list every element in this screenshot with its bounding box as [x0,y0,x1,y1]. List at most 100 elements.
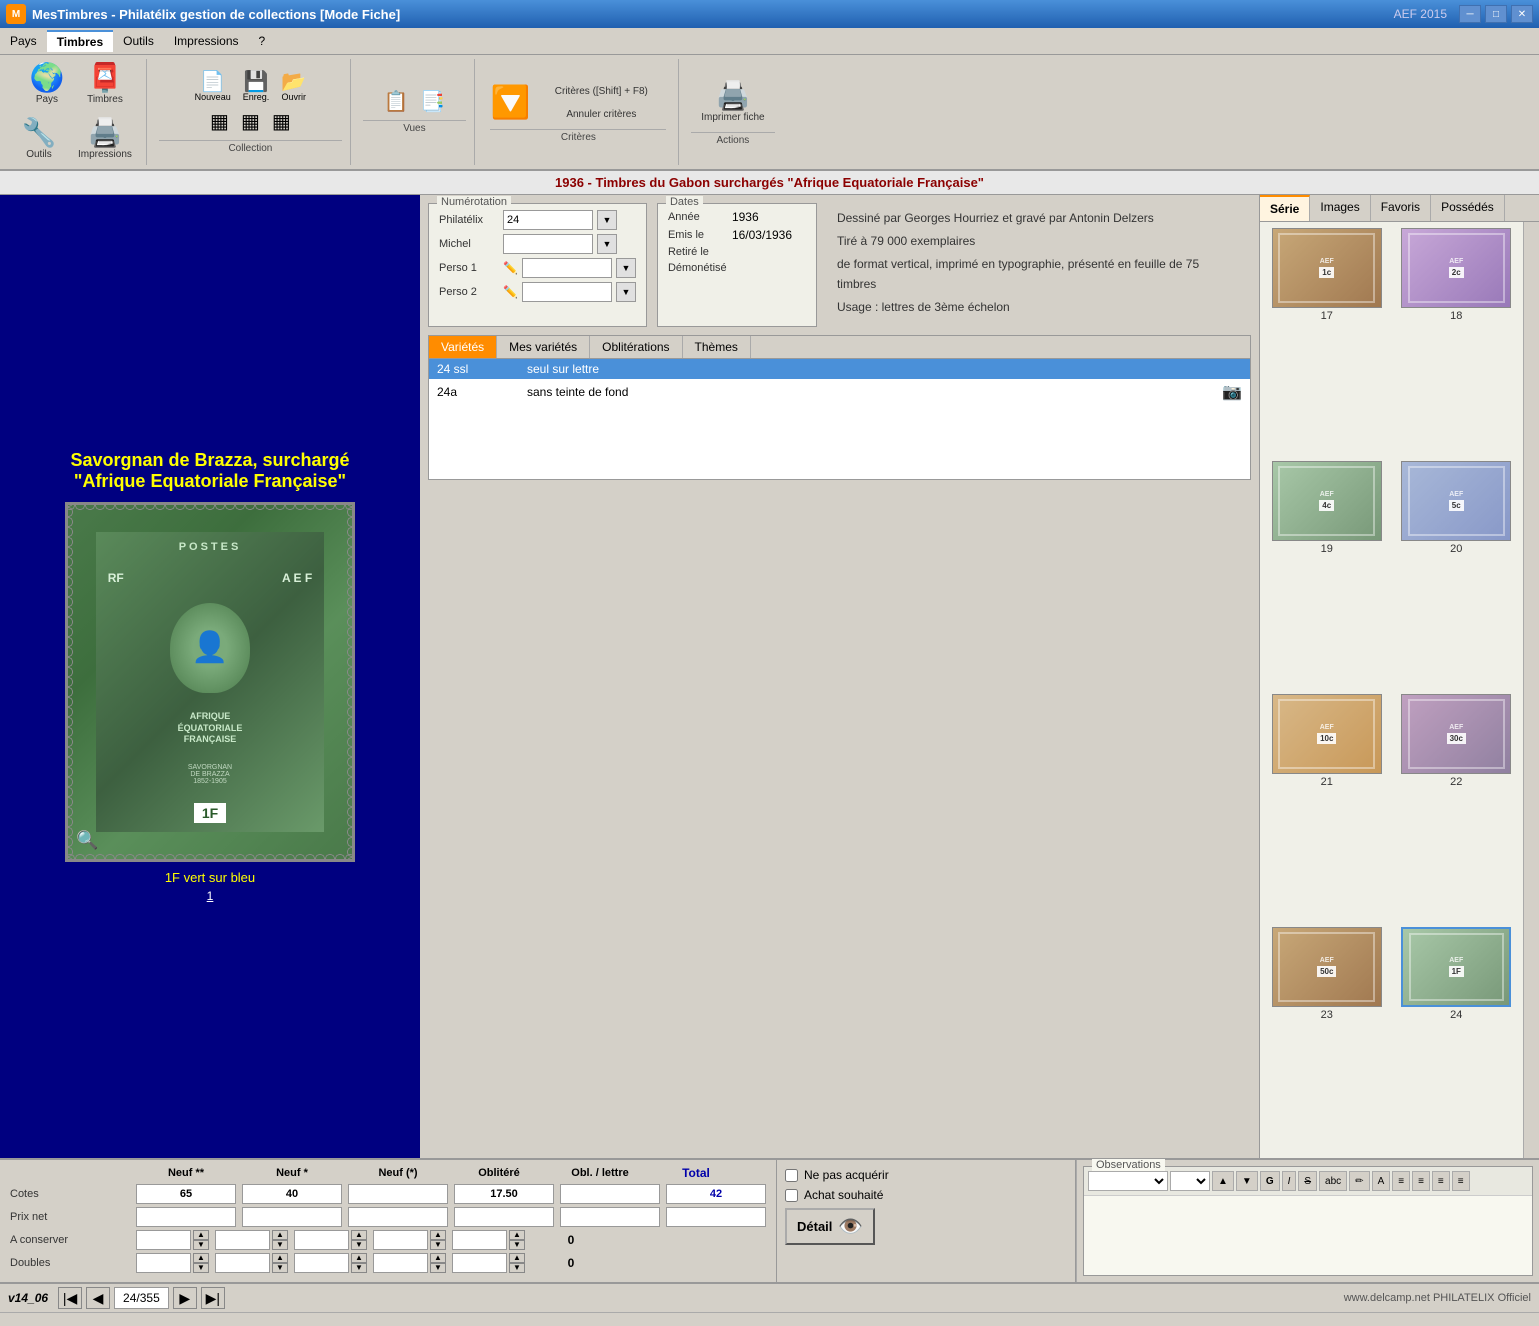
thumb-19[interactable]: AEF4c 19 [1266,461,1388,686]
prix-oblitere[interactable] [454,1207,554,1227]
vues-list-button[interactable]: 📋 [380,90,413,114]
thumb-22[interactable]: AEF30c 22 [1396,694,1518,919]
aconserver-neuf2-down[interactable]: ▼ [193,1240,209,1250]
thumb-24[interactable]: AEF1F 24 [1396,927,1518,1152]
philatelix-dropdown[interactable]: ▼ [597,210,617,230]
michel-dropdown[interactable]: ▼ [597,234,617,254]
tab-obliterations[interactable]: Oblitérations [590,336,682,358]
collection-grid2-button[interactable]: ▦ [237,110,264,134]
nav-prev-button[interactable]: ◀ [86,1287,110,1309]
cotes-neuf1[interactable] [242,1184,342,1204]
aconserver-neuf1[interactable] [215,1230,270,1250]
aconserver-obllettre-down[interactable]: ▼ [509,1240,525,1250]
variety-row-2[interactable]: 24a sans teinte de fond 📷 [429,379,1250,405]
thumb-17[interactable]: AEF1c 17 [1266,228,1388,453]
prix-oblettre[interactable] [560,1207,660,1227]
obs-abc-btn[interactable]: abc [1319,1171,1347,1191]
cotes-neuf2[interactable] [136,1184,236,1204]
bottom-scrollbar[interactable] [0,1312,1539,1326]
michel-input[interactable] [503,234,593,254]
collection-grid3-button[interactable]: ▦ [268,110,295,134]
prix-neuf0[interactable] [348,1207,448,1227]
perso2-input[interactable] [522,282,612,302]
obs-up-btn[interactable]: ▲ [1212,1171,1234,1191]
thumb-21[interactable]: AEF10c 21 [1266,694,1388,919]
menu-outils[interactable]: Outils [113,31,164,51]
tab-favoris[interactable]: Favoris [1371,195,1431,221]
doubles-neuf0-down[interactable]: ▼ [351,1263,367,1273]
vues-detail-button[interactable]: 📑 [416,90,449,114]
doubles-neuf0[interactable] [294,1253,349,1273]
menu-help[interactable]: ? [249,31,276,51]
aconserver-obllettre-up[interactable]: ▲ [509,1230,525,1240]
doubles-obl-down[interactable]: ▼ [430,1263,446,1273]
nav-last-button[interactable]: ▶| [201,1287,225,1309]
criteres-button[interactable]: Critères ([Shift] + F8) [536,81,666,100]
toolbar-outils-button[interactable]: 🔧 Outils [14,116,64,163]
stamp-image-container[interactable]: POSTES RFA E F 👤 AFRIQUEÉQUATORIALEFRANÇ… [65,502,355,862]
aconserver-neuf0[interactable] [294,1230,349,1250]
aconserver-neuf1-up[interactable]: ▲ [272,1230,288,1240]
obs-italic-btn[interactable]: I [1282,1171,1297,1191]
tab-mes-varietes[interactable]: Mes variétés [497,336,590,358]
collection-save-button[interactable]: 💾 Enreg. [239,70,274,104]
variety-row-1[interactable]: 24 ssl seul sur lettre [429,359,1250,379]
aconserver-neuf2[interactable] [136,1230,191,1250]
ne-pas-acquerir-checkbox[interactable] [785,1169,798,1182]
menu-pays[interactable]: Pays [0,31,47,51]
thumb-23[interactable]: AEF50c 23 [1266,927,1388,1152]
minimize-button[interactable]: ─ [1459,5,1481,23]
aconserver-neuf1-down[interactable]: ▼ [272,1240,288,1250]
aconserver-neuf2-up[interactable]: ▲ [193,1230,209,1240]
doubles-obl-up[interactable]: ▲ [430,1253,446,1263]
close-button[interactable]: ✕ [1511,5,1533,23]
tab-possedes[interactable]: Possédés [1431,195,1505,221]
obs-bold-btn[interactable]: G [1260,1171,1280,1191]
doubles-obllettre-down[interactable]: ▼ [509,1263,525,1273]
thumb-18[interactable]: AEF2c 18 [1396,228,1518,453]
detail-button[interactable]: Détail 👁️ [785,1208,875,1245]
prix-total[interactable] [666,1207,766,1227]
obs-down-btn[interactable]: ▼ [1236,1171,1258,1191]
annuler-criteres-button[interactable]: Annuler critères [536,104,666,123]
aconserver-obl-up[interactable]: ▲ [430,1230,446,1240]
tab-themes[interactable]: Thèmes [683,336,751,358]
toolbar-pays-button[interactable]: 🌍 Pays [22,61,72,108]
obs-strikethrough-btn[interactable]: S [1298,1171,1317,1191]
perso1-edit-icon[interactable]: ✏️ [503,261,518,275]
cotes-total[interactable] [666,1184,766,1204]
doubles-neuf1[interactable] [215,1253,270,1273]
imprimer-fiche-button[interactable]: 🖨️ Imprimer fiche [695,79,770,126]
toolbar-impressions-button[interactable]: 🖨️ Impressions [72,116,138,163]
achat-souhaite-checkbox[interactable] [785,1189,798,1202]
aconserver-oblettre[interactable] [452,1230,507,1250]
obs-pencil-btn[interactable]: ✏ [1349,1171,1369,1191]
doubles-oblettre[interactable] [452,1253,507,1273]
obs-align-center-btn[interactable]: ≡ [1412,1171,1430,1191]
doubles-neuf2-up[interactable]: ▲ [193,1253,209,1263]
obs-align-left-btn[interactable]: ≡ [1392,1171,1410,1191]
doubles-neuf1-up[interactable]: ▲ [272,1253,288,1263]
prix-neuf2[interactable] [136,1207,236,1227]
cotes-oblitere[interactable] [454,1184,554,1204]
aconserver-oblitere[interactable] [373,1230,428,1250]
tab-images[interactable]: Images [1310,195,1370,221]
nav-next-button[interactable]: ▶ [173,1287,197,1309]
stamp-number[interactable]: 1 [207,889,214,903]
collection-open-button[interactable]: 📂 Ouvrir [277,70,310,104]
perso1-dropdown[interactable]: ▼ [616,258,636,278]
nav-first-button[interactable]: |◀ [58,1287,82,1309]
doubles-neuf2-down[interactable]: ▼ [193,1263,209,1273]
tab-varietes[interactable]: Variétés [429,336,497,358]
doubles-neuf2[interactable] [136,1253,191,1273]
collection-new-button[interactable]: 📄 Nouveau [191,70,235,104]
doubles-obllettre-up[interactable]: ▲ [509,1253,525,1263]
prix-neuf1[interactable] [242,1207,342,1227]
perso2-edit-icon[interactable]: ✏️ [503,285,518,299]
aconserver-neuf0-down[interactable]: ▼ [351,1240,367,1250]
obs-align-right-btn[interactable]: ≡ [1432,1171,1450,1191]
tab-serie[interactable]: Série [1260,195,1310,221]
cotes-neuf0[interactable] [348,1184,448,1204]
obs-size-select[interactable] [1170,1171,1210,1191]
cotes-oblettre[interactable] [560,1184,660,1204]
